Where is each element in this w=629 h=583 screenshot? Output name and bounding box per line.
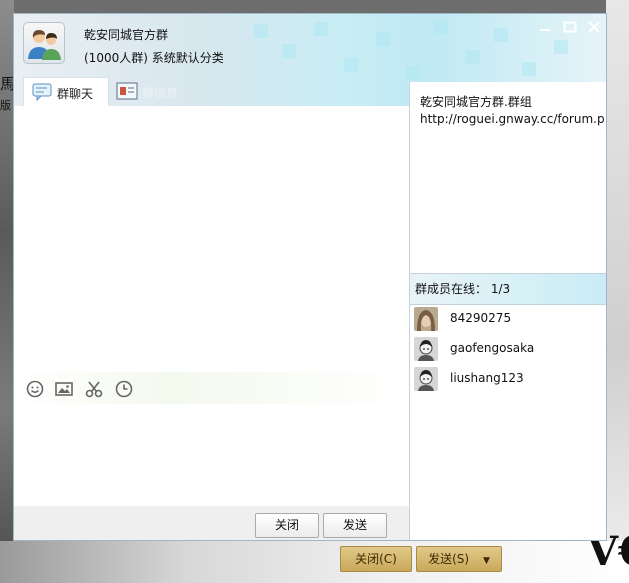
group-subtitle: (1000人群) 系统默认分类 [84, 51, 224, 65]
close-icon[interactable] [586, 19, 602, 35]
background-close-button[interactable]: 关闭(C) [340, 546, 412, 572]
member-list-item[interactable]: gaofengosaka [410, 334, 606, 364]
image-icon[interactable] [55, 380, 73, 398]
photo-avatar [414, 307, 438, 331]
tab-group-info-label: 群信息 [142, 86, 179, 100]
members-online-label: 群成员在线： 1/3 [415, 274, 510, 304]
clock-icon[interactable] [115, 380, 133, 398]
group-card-icon [116, 82, 138, 100]
background-left-strip: 馬 版 [0, 0, 15, 583]
members-header: 群成员在线： 1/3 [410, 273, 606, 305]
group-chat-window: 乾安同城官方群 (1000人群) 系统默认分类 群聊天 群信息 关闭 发送 乾安… [13, 13, 607, 541]
group-avatar[interactable] [23, 22, 65, 64]
tab-group-info[interactable]: 群信息 [114, 77, 194, 107]
emoji-icon[interactable] [26, 380, 44, 398]
background-send-label: 发送(S) [428, 552, 470, 566]
tab-group-chat-label: 群聊天 [57, 87, 94, 101]
chevron-down-icon[interactable]: ▼ [483, 556, 490, 566]
bottom-bar: 关闭 发送 [14, 506, 409, 540]
members-online-text: 群成员在线： [415, 282, 488, 296]
message-history[interactable] [14, 106, 409, 372]
group-announcement[interactable]: 乾安同城官方群.群组 http://roguei.gnway.cc/forum.… [420, 94, 605, 128]
members-online-count: 1/3 [490, 282, 511, 296]
default-avatar [414, 367, 438, 391]
group-people-icon [28, 30, 61, 60]
member-list-item[interactable]: liushang123 [410, 364, 606, 394]
minimize-icon[interactable] [537, 19, 553, 35]
background-text-fragment: 版 [0, 99, 11, 112]
default-avatar [414, 337, 438, 361]
scissors-icon[interactable] [85, 380, 103, 398]
message-input[interactable] [14, 404, 409, 506]
maximize-icon[interactable] [562, 19, 578, 35]
input-toolbar [14, 372, 409, 404]
tab-bar: 群聊天 群信息 [14, 77, 409, 107]
chat-bubble-icon [32, 83, 52, 101]
member-list-item[interactable]: 84290275 [410, 304, 606, 334]
background-send-button[interactable]: 发送(S) ▼ [416, 546, 502, 572]
background-bottom-strip: 关闭(C) 发送(S) ▼ [0, 541, 629, 583]
announcement-line: 乾安同城官方群.群组 [420, 95, 532, 109]
group-name: 乾安同城官方群 [84, 28, 169, 42]
member-name: liushang123 [450, 371, 524, 385]
background-right-strip [606, 0, 629, 583]
send-button[interactable]: 发送 [323, 513, 387, 538]
member-name: gaofengosaka [450, 341, 535, 355]
close-button[interactable]: 关闭 [255, 513, 319, 538]
member-name: 84290275 [450, 311, 512, 325]
side-panel: 乾安同城官方群.群组 http://roguei.gnway.cc/forum.… [409, 82, 606, 540]
announcement-link[interactable]: http://roguei.gnway.cc/forum.p [420, 111, 605, 128]
tab-group-chat[interactable]: 群聊天 [23, 77, 109, 107]
